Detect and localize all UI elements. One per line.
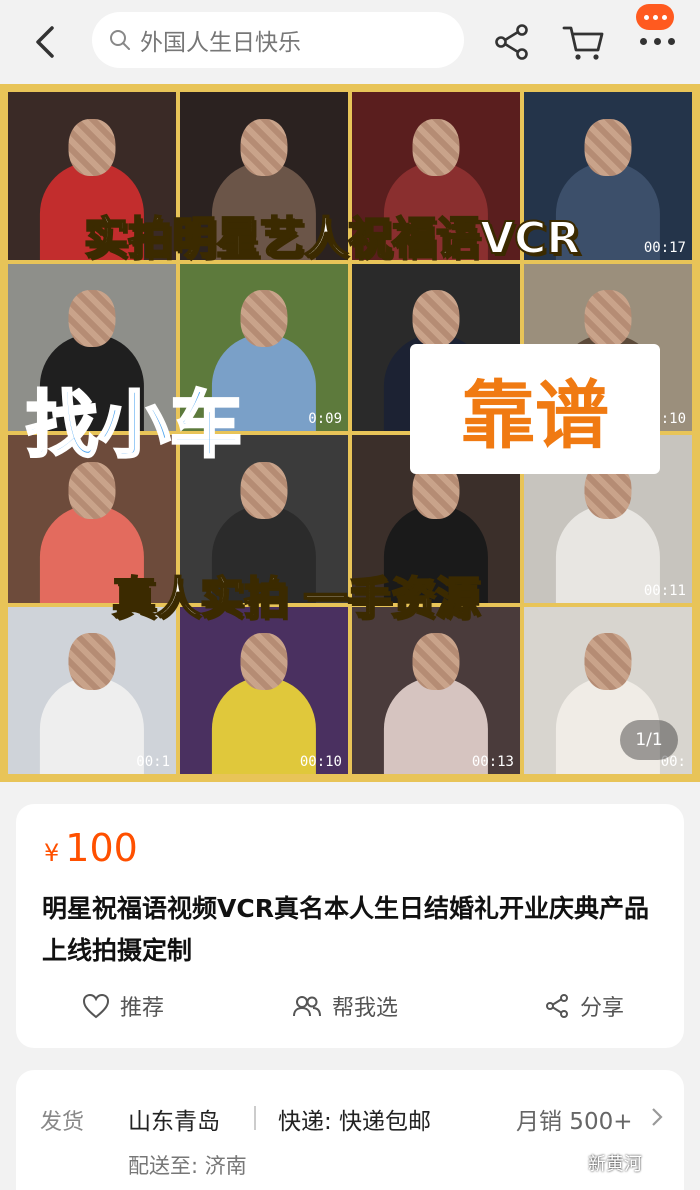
product-info-card: ¥100 明星祝福语视频VCR真名本人生日结婚礼开业庆典产品上线拍摄定制 推荐 … [16,804,684,1048]
back-button[interactable] [26,22,66,62]
people-icon [293,996,321,1017]
search-input[interactable]: 外国人生日快乐 [92,12,464,68]
recommend-label: 推荐 [120,996,165,1021]
image-tag-right-box: 靠谱 [410,344,660,474]
divider [254,1106,256,1130]
shipping-card[interactable]: 发货 山东青岛 快递: 快递包邮 月销 500+ 配送至: 济南 [16,1070,684,1190]
shipping-origin: 山东青岛 [128,1109,220,1135]
video-duration: 00:13 [471,754,514,770]
blurred-face [68,118,116,176]
search-placeholder: 外国人生日快乐 [140,30,301,56]
video-thumbnail: 00:10 [180,606,348,774]
blurred-face [584,633,632,691]
blurred-face [412,290,460,348]
blurred-face [240,290,288,348]
video-duration: 00:1 [136,754,170,770]
share-button[interactable] [492,22,532,62]
blurred-face [240,461,288,519]
deliver-to: 配送至: 济南 [128,1154,247,1178]
chevron-right-icon [652,1108,663,1126]
share-icon [495,24,528,60]
share-action-button[interactable]: 分享 [544,990,624,1022]
cart-icon [562,26,604,60]
image-tag-left: 找小车 [24,382,243,469]
more-menu-button[interactable] [640,38,675,45]
page-indicator: 1/1 [620,720,678,760]
blurred-face [68,290,116,348]
blurred-face [68,633,116,691]
chevron-left-icon [36,26,54,58]
price-value: 100 [65,826,138,870]
watermark: 新黄河 [588,1150,642,1176]
video-duration: 0:09 [308,411,342,427]
monthly-sales: 月销 500+ [516,1109,633,1135]
blurred-face [584,118,632,176]
person-figure [39,676,145,774]
video-duration: 00:11 [643,582,686,599]
image-banner-bottom: 真人实拍 一手资源 [111,572,480,625]
cart-button[interactable] [562,22,606,62]
image-tag-right: 靠谱 [461,372,609,459]
video-thumbnail: 00:13 [352,606,520,774]
currency-symbol: ¥ [44,839,60,867]
watermark-text: 新黄河 [588,1154,642,1175]
shipping-label: 发货 [40,1110,85,1135]
blurred-face [240,118,288,176]
heart-icon [82,993,110,1019]
recommend-button[interactable]: 推荐 [82,990,164,1022]
search-icon [110,30,130,50]
help-choose-button[interactable]: 帮我选 [292,990,398,1022]
product-title: 明星祝福语视频VCR真名本人生日结婚礼开业庆典产品上线拍摄定制 [42,894,649,965]
video-duration: 00:10 [299,754,342,770]
video-duration: 00:17 [643,239,686,256]
blurred-face [412,118,460,176]
share-label: 分享 [580,996,625,1021]
blurred-face [240,633,288,691]
help-choose-label: 帮我选 [332,996,399,1021]
product-image[interactable]: 00:17 0:09 0:10 00:11 00:1 00:10 00:13 00: 实拍明星… [0,84,700,782]
blurred-face [412,633,460,691]
express-info: 快递: 快递包邮 [278,1109,432,1135]
action-row: 推荐 帮我选 分享 [16,980,684,1032]
share-icon [546,994,568,1018]
notification-badge[interactable] [636,4,674,30]
top-bar: 外国人生日快乐 [0,0,700,84]
price: ¥100 [44,826,138,870]
image-banner-top: 实拍明星艺人祝福语VCR [83,212,581,265]
video-thumbnail: 00:1 [8,606,176,774]
blurred-face [584,290,632,348]
